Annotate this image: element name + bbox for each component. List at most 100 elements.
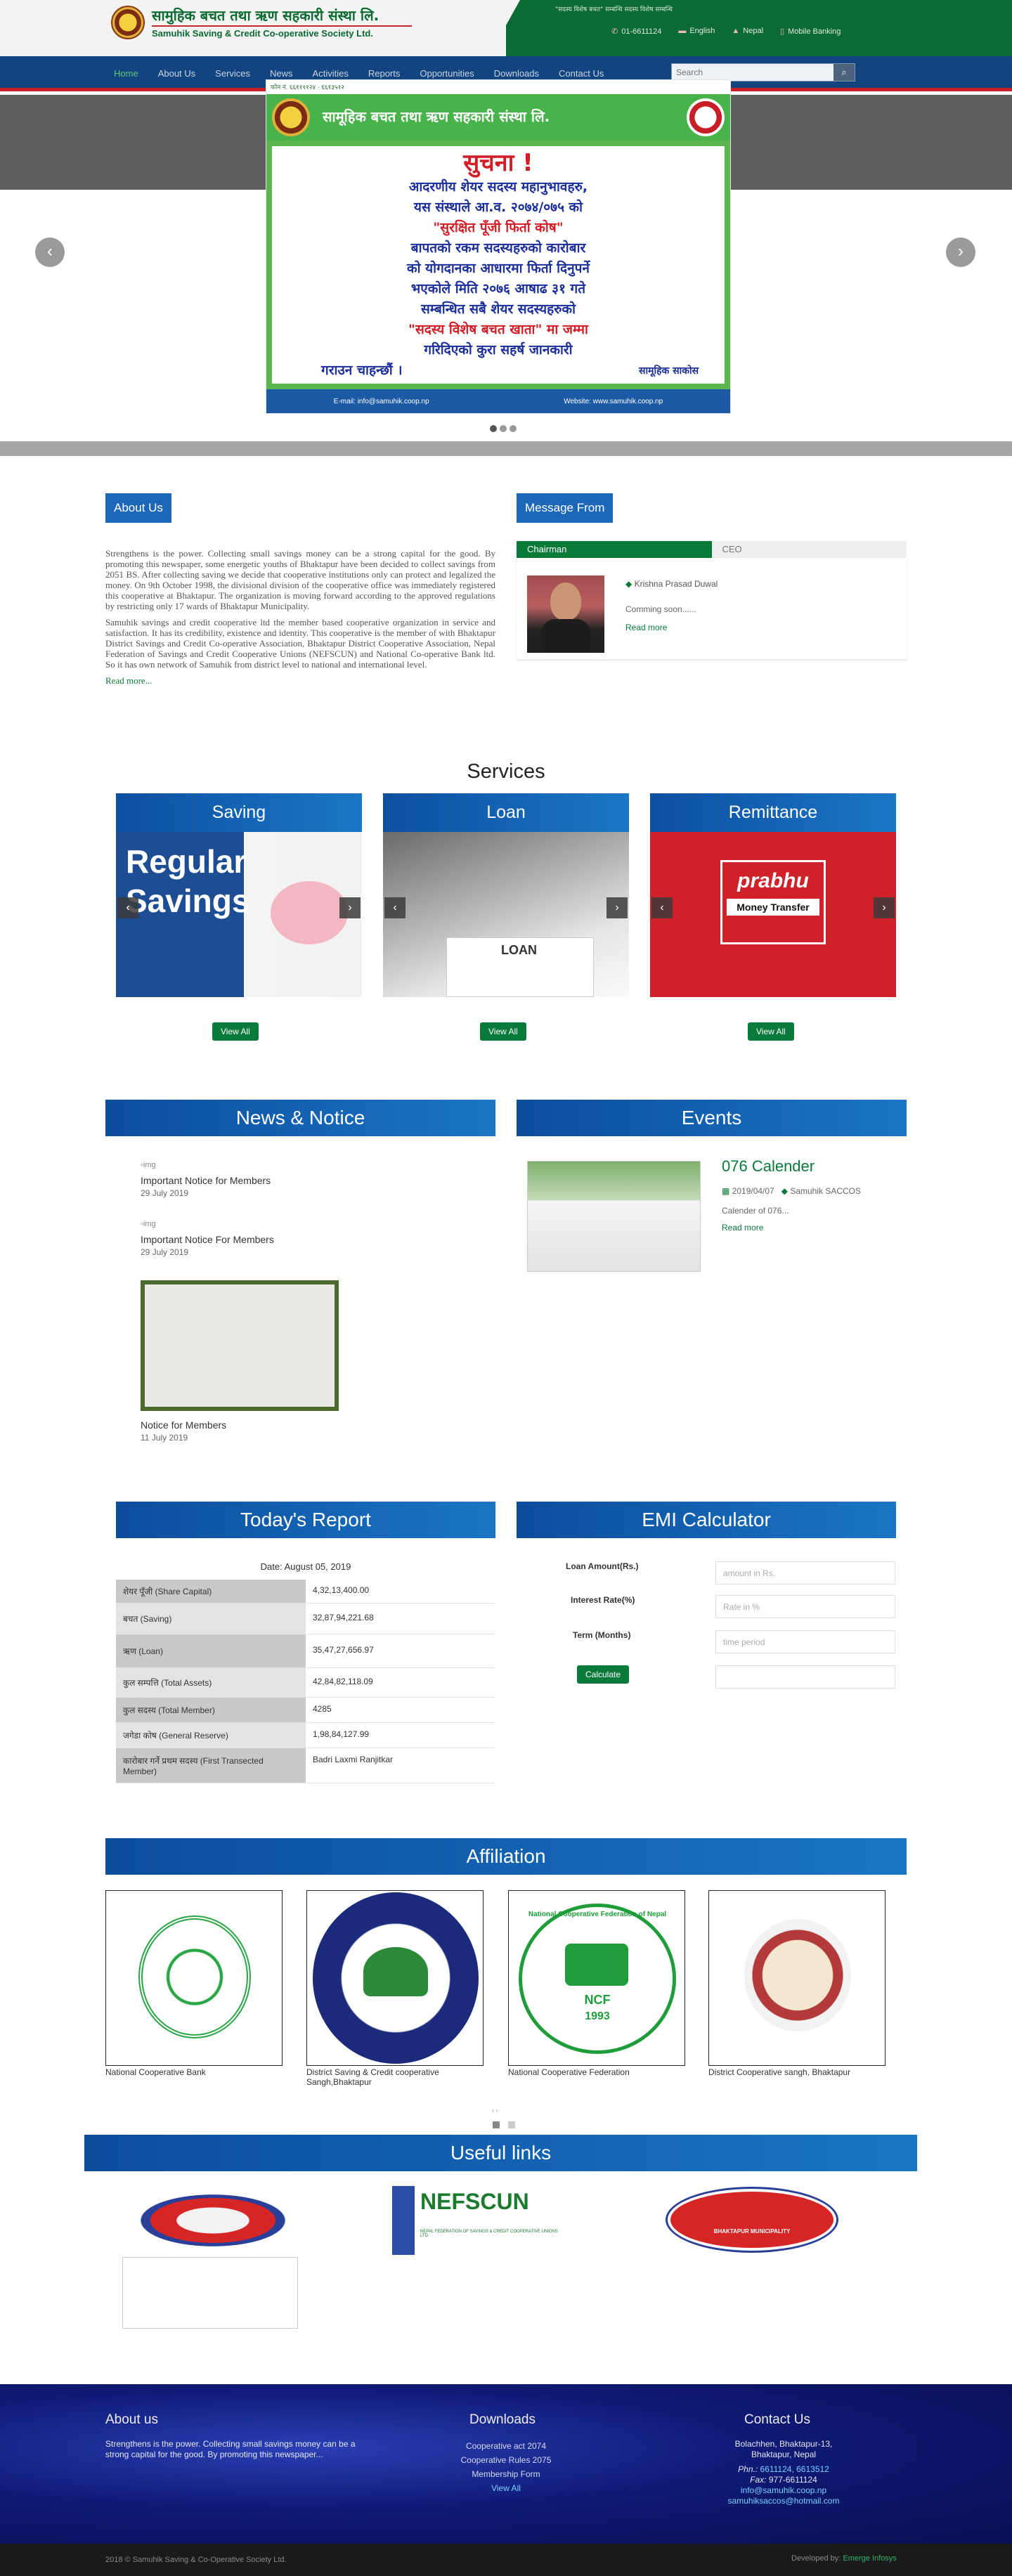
about-read-more-link[interactable]: Read more... bbox=[105, 675, 152, 686]
notice-footer: E-mail: info@samuhik.coop.np Website: ww… bbox=[266, 389, 730, 413]
affiliation-nav-arrows[interactable]: ‹ › bbox=[492, 2107, 498, 2114]
nav-item-contact[interactable]: Contact Us bbox=[559, 68, 604, 79]
affiliation-card-ncf[interactable]: National Cooperative Federation of Nepal… bbox=[508, 1890, 685, 2066]
uk-flag-icon: ▬ bbox=[678, 27, 687, 35]
nefscun-name: NEFSCUN bbox=[420, 2189, 529, 2214]
tab-ceo[interactable]: CEO bbox=[711, 541, 907, 558]
slider-prev-arrow[interactable]: ‹ bbox=[35, 238, 65, 267]
report-row-total-assets: कुल सम्पत्ति (Total Assets) 42,84,82,118.… bbox=[116, 1668, 495, 1698]
affiliation-label-3[interactable]: National Cooperative Federation bbox=[508, 2067, 691, 2077]
notice-frame: सुचना ! आदरणीय शेयर सदस्य महानुभावहरु, य… bbox=[266, 141, 730, 389]
affiliation-card-district-cooperative[interactable] bbox=[708, 1890, 885, 2066]
downloads-view-all-link[interactable]: View All bbox=[422, 2481, 590, 2495]
event-title[interactable]: 076 Calender bbox=[722, 1157, 815, 1176]
tag-icon: ◆ bbox=[625, 579, 635, 589]
news-title-1[interactable]: Important Notice for Members bbox=[141, 1175, 271, 1186]
footer-email-2[interactable]: samuhiksaccos@hotmail.com bbox=[703, 2496, 864, 2506]
chairman-photo bbox=[527, 575, 604, 653]
logo-emblem[interactable] bbox=[111, 6, 145, 39]
footer-address-line-1: Bolachhen, Bhaktapur-13, bbox=[734, 2439, 833, 2449]
news-item-1[interactable]: ▫img Important Notice for Members 29 Jul… bbox=[141, 1161, 271, 1198]
logo-title-english[interactable]: Samuhik Saving & Credit Co-operative Soc… bbox=[152, 28, 373, 39]
loan-view-all-button[interactable]: View All bbox=[480, 1022, 526, 1041]
nav-item-about[interactable]: About Us bbox=[158, 68, 195, 79]
report-row-general-reserve: जगेडा कोष (General Reserve) 1,98,84,127.9… bbox=[116, 1723, 495, 1748]
developer-link[interactable]: Emerge Infosys bbox=[843, 2554, 896, 2563]
calculate-button[interactable]: Calculate bbox=[577, 1665, 630, 1684]
footer-contact-title: Contact Us bbox=[744, 2412, 810, 2427]
useful-link-nepal-government[interactable] bbox=[129, 2190, 297, 2251]
affiliation-label-1[interactable]: National Cooperative Bank bbox=[105, 2067, 288, 2077]
bhaktapur-label: BHAKTAPUR MUNICIPALITY bbox=[713, 2228, 791, 2235]
affiliation-card-district-saving[interactable] bbox=[306, 1890, 484, 2066]
language-link[interactable]: ▬ English bbox=[678, 27, 715, 36]
nav-item-downloads[interactable]: Downloads bbox=[494, 68, 539, 79]
emi-result-field[interactable] bbox=[715, 1665, 895, 1689]
saving-next-arrow[interactable]: › bbox=[339, 897, 361, 918]
saving-prev-arrow[interactable]: ‹ bbox=[117, 897, 138, 918]
event-calendar-image[interactable] bbox=[527, 1161, 701, 1272]
download-link-cooperative-rules[interactable]: Cooperative Rules 2075 bbox=[422, 2453, 590, 2467]
nav-item-services[interactable]: Services bbox=[215, 68, 250, 79]
mobile-banking-link[interactable]: ▯ Mobile Banking bbox=[780, 27, 841, 36]
useful-link-bhaktapur-municipality[interactable]: BHAKTAPUR MUNICIPALITY bbox=[668, 2189, 836, 2251]
nepal-link[interactable]: ▲ Nepal bbox=[732, 27, 763, 36]
saving-image[interactable]: Regular Savings bbox=[116, 832, 362, 997]
notice-website: Website: www.samuhik.coop.np bbox=[564, 397, 663, 405]
phone-link[interactable]: ✆ 01-6611124 bbox=[611, 27, 661, 36]
news-title-3[interactable]: Notice for Members bbox=[141, 1419, 339, 1431]
loan-prev-arrow[interactable]: ‹ bbox=[384, 897, 406, 918]
remittance-prev-arrow[interactable]: ‹ bbox=[651, 897, 673, 918]
report-value: 4,32,13,400.00 bbox=[313, 1585, 370, 1595]
remittance-image[interactable]: prabhu Money Transfer bbox=[650, 832, 896, 997]
report-value: 32,87,94,221.68 bbox=[313, 1613, 374, 1622]
report-value: 35,47,27,656.97 bbox=[313, 1645, 374, 1655]
nav-item-activities[interactable]: Activities bbox=[313, 68, 349, 79]
nav-item-reports[interactable]: Reports bbox=[368, 68, 401, 79]
nav-item-opportunities[interactable]: Opportunities bbox=[420, 68, 474, 79]
nav-item-home[interactable]: Home bbox=[114, 68, 138, 79]
logo-title-nepali[interactable]: सामुहिक बचत तथा ऋण सहकारी संस्था लि. bbox=[152, 6, 379, 25]
nepal-flag-icon: ▲ bbox=[732, 27, 740, 35]
search-input[interactable] bbox=[672, 64, 833, 81]
search-icon[interactable]: ⌕ bbox=[833, 64, 855, 81]
affiliation-label-2[interactable]: District Saving & Credit cooperative San… bbox=[306, 2067, 489, 2087]
report-row-first-member: कारोबार गर्ने प्रथम सदस्य (First Transec… bbox=[116, 1748, 495, 1783]
download-link-membership-form[interactable]: Membership Form bbox=[422, 2467, 590, 2481]
slider-next-arrow[interactable]: › bbox=[946, 238, 975, 267]
affiliation-dot-2[interactable] bbox=[508, 2121, 515, 2128]
footer-about-text: Strengthens is the power. Collecting sma… bbox=[105, 2439, 356, 2459]
footer-email-1[interactable]: info@samuhik.coop.np bbox=[703, 2485, 864, 2496]
event-read-more-link[interactable]: Read more bbox=[722, 1223, 763, 1232]
nav-item-news[interactable]: News bbox=[270, 68, 293, 79]
loan-next-arrow[interactable]: › bbox=[606, 897, 628, 918]
loan-amount-input[interactable]: amount in Rs. bbox=[715, 1561, 895, 1585]
slider-dot-3[interactable] bbox=[510, 425, 517, 432]
affiliation-dot-1[interactable] bbox=[493, 2121, 500, 2128]
slider-dot-1[interactable] bbox=[490, 425, 497, 432]
footer-phone[interactable]: 6611124, 6613512 bbox=[760, 2464, 829, 2474]
tab-chairman[interactable]: Chairman bbox=[517, 541, 712, 558]
remittance-next-arrow[interactable]: › bbox=[874, 897, 895, 918]
term-input[interactable]: time period bbox=[715, 1630, 895, 1653]
slider-dot-2[interactable] bbox=[500, 425, 507, 432]
news-image-3[interactable] bbox=[141, 1280, 339, 1411]
message-read-more-link[interactable]: Read more bbox=[625, 623, 667, 632]
interest-rate-input[interactable]: Rate in % bbox=[715, 1595, 895, 1618]
useful-link-broken-image[interactable] bbox=[122, 2257, 298, 2329]
saving-view-all-button[interactable]: View All bbox=[212, 1022, 259, 1041]
top-links: ✆ 01-6611124 ▬ English ▲ Nepal ▯ Mobile Bank… bbox=[611, 27, 841, 36]
affiliation-label-4[interactable]: District Cooperative sangh, Bhaktapur bbox=[708, 2067, 891, 2077]
footer-downloads-list: Cooperative act 2074 Cooperative Rules 2… bbox=[422, 2439, 590, 2495]
useful-link-nefscun[interactable]: NEFSCUN NEPAL FEDERATION OF SAVINGS & CR… bbox=[392, 2186, 568, 2256]
download-link-cooperative-act[interactable]: Cooperative act 2074 bbox=[422, 2439, 590, 2453]
loan-image[interactable]: LOAN bbox=[383, 832, 629, 997]
news-item-2[interactable]: ▫img Important Notice For Members 29 Jul… bbox=[141, 1220, 274, 1257]
news-title-2[interactable]: Important Notice For Members bbox=[141, 1234, 274, 1245]
affiliation-card-national-cooperative-bank[interactable] bbox=[105, 1890, 283, 2066]
notice-line-8: "सदस्य विशेष बचत खाता" मा जम्मा bbox=[408, 322, 588, 337]
notice-slide-image[interactable]: फोन नं. ६६११११२४ · ६६१३५१२ सामूहिक बचत त… bbox=[266, 79, 731, 414]
news-item-3[interactable]: Notice for Members 11 July 2019 bbox=[141, 1280, 339, 1443]
affiliation-dots bbox=[493, 2121, 515, 2128]
remittance-view-all-button[interactable]: View All bbox=[748, 1022, 794, 1041]
